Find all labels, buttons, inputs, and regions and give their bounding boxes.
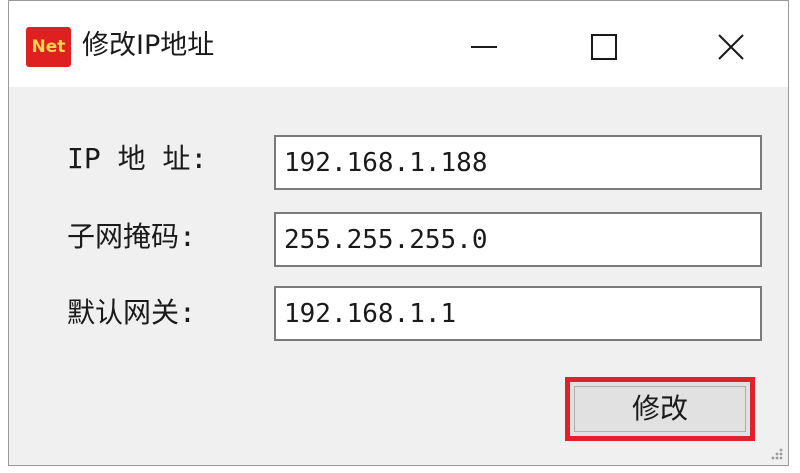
- minimize-icon: [471, 46, 497, 48]
- subnet-mask-input[interactable]: [274, 212, 762, 267]
- window-title: 修改IP地址: [82, 30, 215, 61]
- title-bar[interactable]: Net 修改IP地址: [9, 1, 788, 87]
- dialog-window: Net 修改IP地址 IP 地 址: 子网掩码: 默认网关: 修改: [8, 0, 789, 466]
- modify-button[interactable]: 修改: [565, 377, 755, 441]
- close-icon: [718, 34, 744, 60]
- close-button[interactable]: [691, 17, 771, 77]
- ip-address-input[interactable]: [274, 135, 762, 190]
- default-gateway-input[interactable]: [274, 286, 762, 341]
- default-gateway-label: 默认网关:: [67, 296, 196, 329]
- maximize-button[interactable]: [564, 17, 644, 77]
- resize-grip-icon[interactable]: [768, 445, 784, 461]
- subnet-mask-label: 子网掩码:: [67, 220, 196, 253]
- ip-address-label: IP 地 址:: [67, 142, 208, 175]
- modify-button-label: 修改: [574, 386, 746, 432]
- maximize-icon: [591, 34, 617, 60]
- app-icon: Net: [26, 27, 71, 67]
- minimize-button[interactable]: [444, 17, 524, 77]
